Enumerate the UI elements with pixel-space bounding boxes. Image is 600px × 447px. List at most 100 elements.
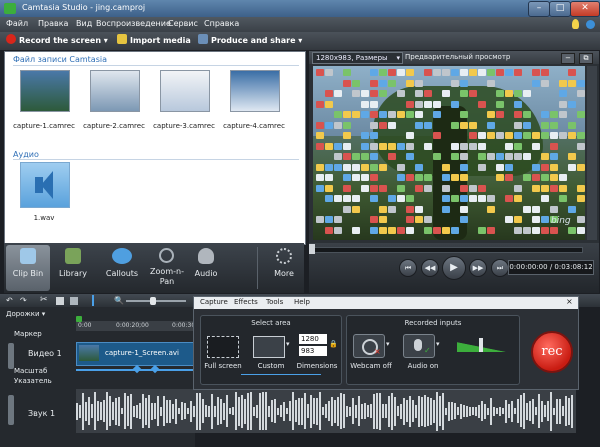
skip-back-button[interactable]: ⏮ [399, 259, 417, 277]
preview-scrollbar[interactable] [587, 66, 597, 240]
cut-icon[interactable]: ✂ [40, 295, 48, 305]
lock-icon[interactable]: 🔒 [329, 340, 338, 348]
maximize-button[interactable]: □ [549, 1, 571, 17]
clip-capture-3[interactable]: capture-3.camrec [151, 70, 217, 134]
video-clip[interactable]: capture-1_Screen.avi [76, 342, 197, 366]
desktop-icon [496, 153, 504, 160]
preview-screen[interactable]: bing [313, 66, 585, 240]
preview-detach-button[interactable]: ⧉ [579, 53, 593, 64]
tab-callouts[interactable]: Callouts [100, 245, 144, 291]
clip-audio-1[interactable]: 1.wav [11, 162, 77, 222]
tab-audio[interactable]: Audio [184, 245, 228, 291]
desktop-icon [370, 226, 378, 234]
desktop-icon [379, 69, 387, 76]
width-input[interactable]: 1280 [299, 334, 327, 344]
track-handle[interactable] [8, 395, 14, 425]
minimize-button[interactable]: – [528, 1, 550, 17]
seek-bar[interactable] [311, 247, 583, 253]
enabled-mark: ✓ [424, 346, 431, 355]
rewind-button[interactable]: ◀◀ [421, 259, 439, 277]
desktop-icon [451, 69, 459, 76]
menu-playback[interactable]: Воспроизведение [96, 19, 171, 28]
undo-icon[interactable]: ↶ [6, 296, 13, 305]
copy-icon[interactable] [56, 297, 64, 305]
lightbulb-icon[interactable] [572, 19, 579, 29]
desktop-icon [370, 184, 378, 192]
desktop-icon [361, 142, 369, 150]
desktop-icon [379, 79, 387, 87]
waveform-bar [193, 405, 195, 417]
custom-area-button[interactable]: ▾ [253, 336, 293, 358]
desktop-icon [415, 100, 423, 108]
clip-capture-2[interactable]: capture-2.camrec [81, 70, 147, 134]
fast-forward-button[interactable]: ▶▶ [469, 259, 487, 277]
time-ruler[interactable]: 0:00 0:00:20;00 0:00:30 [76, 321, 195, 331]
desktop-icon [325, 142, 333, 150]
recorder-menu-effects[interactable]: Effects [234, 298, 258, 306]
preview-panel: 1280x983, Размеры ▾ Предварительный прос… [309, 51, 599, 243]
tab-more[interactable]: More [262, 245, 306, 291]
desktop-icon [433, 100, 441, 108]
clip-capture-4[interactable]: capture-4.camrec [221, 70, 287, 134]
waveform-bar [103, 400, 105, 422]
zoom-out-icon[interactable]: 🔍 [114, 296, 124, 305]
play-button[interactable]: ▶ [442, 256, 466, 280]
waveform-bar [421, 396, 423, 426]
tab-clip-bin[interactable]: Clip Bin [6, 245, 50, 291]
waveform-bar [499, 406, 501, 416]
record-screen-button[interactable]: Record the screen ▾ [6, 34, 108, 48]
audio-waveform[interactable] [76, 389, 576, 433]
rec-button[interactable]: rec [531, 331, 573, 373]
recorder-menu-tools[interactable]: Tools [266, 298, 283, 306]
full-screen-button[interactable] [207, 336, 239, 358]
audio-toggle[interactable]: ✓ ▾ [403, 334, 445, 360]
recorder-close-button[interactable]: × [566, 297, 573, 306]
track-handle[interactable] [8, 343, 14, 369]
help-icon[interactable] [586, 20, 595, 29]
desktop-icon [577, 79, 585, 87]
tab-library[interactable]: Library [51, 245, 95, 291]
tab-zoom-n-pan[interactable]: Zoom-n-Pan [145, 245, 189, 291]
recorder-menu-help[interactable]: Help [294, 298, 310, 306]
zoom-slider-handle[interactable] [150, 297, 156, 305]
desktop-icon [496, 163, 504, 171]
preview-minimize-button[interactable]: − [561, 53, 575, 64]
menu-file[interactable]: Файл [6, 19, 28, 28]
redo-icon[interactable]: ↷ [20, 296, 27, 305]
menu-help[interactable]: Справка [204, 19, 239, 28]
keyframe-marker[interactable] [132, 364, 142, 374]
produce-share-button[interactable]: Produce and share ▾ [198, 34, 302, 48]
desktop-icon [541, 184, 549, 192]
desktop-icon [514, 111, 522, 118]
paste-icon[interactable] [70, 297, 78, 305]
keyframe-marker[interactable] [150, 364, 160, 374]
recorder-menu-capture[interactable]: Capture [200, 298, 228, 306]
webcam-icon: × [353, 334, 385, 358]
skip-forward-button[interactable]: ⏭ [491, 259, 509, 277]
desktop-icon [370, 100, 378, 108]
import-media-button[interactable]: Import media [117, 34, 191, 48]
menu-tools[interactable]: Сервис [168, 19, 198, 28]
waveform-bar [133, 405, 135, 417]
clip-capture-1[interactable]: capture-1.camrec [11, 70, 77, 134]
waveform-bar [307, 404, 309, 418]
webcam-toggle[interactable]: × ▾ [353, 334, 395, 360]
playhead-marker[interactable] [76, 316, 82, 322]
close-button[interactable]: ✕ [570, 1, 600, 17]
audio-volume-slider[interactable] [457, 338, 507, 354]
speaker-icon [20, 162, 70, 208]
desktop-icon [343, 195, 351, 202]
split-icon[interactable] [92, 295, 94, 306]
seek-handle[interactable] [309, 244, 315, 254]
zoom-slider[interactable] [126, 300, 186, 302]
waveform-bar [559, 398, 561, 424]
menu-view[interactable]: Вид [76, 19, 92, 28]
desktop-icon [361, 163, 369, 171]
library-icon [65, 248, 81, 264]
size-select[interactable]: 1280x983, Размеры ▾ [312, 52, 403, 64]
desktop-icon [523, 226, 531, 234]
tracks-dropdown[interactable]: Дорожки ▾ [6, 310, 45, 318]
menu-edit[interactable]: Правка [38, 19, 68, 28]
desktop-icon [559, 132, 567, 139]
height-input[interactable]: 983 [299, 346, 327, 356]
